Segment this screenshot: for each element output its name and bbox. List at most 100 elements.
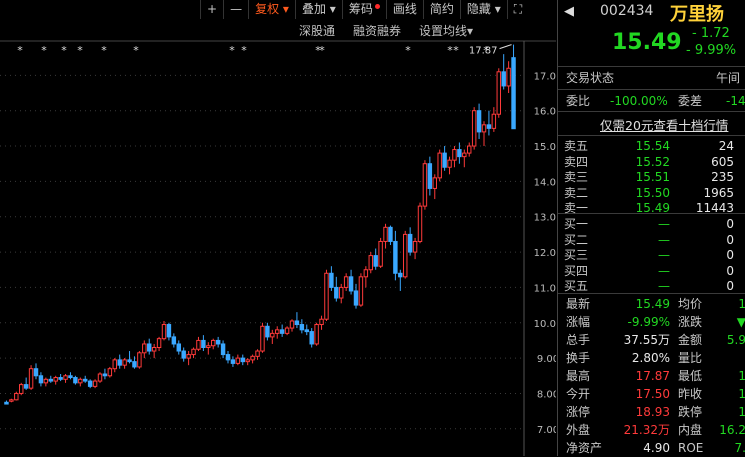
candle-body	[471, 110, 477, 147]
candle-body	[142, 343, 147, 354]
yincang-dropdown[interactable]: 隐藏 ▾	[459, 0, 507, 19]
jianyue-button[interactable]: 简约	[422, 0, 460, 19]
junxian-label: 设置均线	[419, 24, 468, 38]
y-tick-label: 13.00	[534, 213, 556, 224]
stat-label: 内盘	[678, 423, 703, 437]
rongzi-button[interactable]: 融资融券	[344, 21, 410, 41]
event-marker-icon: *	[405, 44, 411, 57]
caret-down-icon: ▾	[467, 24, 474, 38]
candle-body	[68, 375, 73, 379]
bid-volume: 0	[726, 279, 734, 293]
y-tick-label: 16.00	[534, 107, 556, 118]
candle-body	[230, 359, 236, 364]
candle-body	[334, 286, 339, 299]
candle-body	[122, 359, 127, 366]
candle-body	[501, 71, 506, 87]
stat-label: 最高	[566, 369, 591, 383]
candle-body	[201, 339, 206, 348]
fullscreen-icon[interactable]: ⛶	[506, 0, 528, 19]
candle-body	[33, 368, 39, 377]
candle-body	[452, 149, 457, 161]
event-marker-icon: *	[133, 44, 139, 57]
zoom-in-button[interactable]: +	[200, 0, 223, 19]
candle-body	[19, 384, 24, 394]
diejia-label: 叠加	[301, 2, 326, 16]
weibi-row: 委比 -100.00% 委差 -14	[558, 92, 745, 110]
stat-label: 净资产	[566, 441, 603, 455]
candle-body	[156, 338, 162, 348]
stat-value: 17.50	[635, 387, 670, 401]
stat-label: 量比	[678, 351, 703, 365]
candle-body	[132, 361, 137, 368]
ten-level-link[interactable]: 仅需20元查看十档行情	[600, 115, 728, 134]
chart-toolbar: + — 复权 ▾ 叠加 ▾ 筹码 画线 简约 隐藏 ▾ ⛶	[200, 0, 528, 19]
candle-body	[107, 368, 113, 377]
divider	[558, 66, 745, 67]
stat-row: 涨停 18.93 跌停 1	[558, 403, 745, 421]
candle-body	[245, 359, 250, 363]
collapse-arrow-icon[interactable]: ◀	[564, 4, 574, 19]
candle-body	[447, 159, 452, 168]
candle-body	[211, 339, 216, 347]
stat-value: 4.90	[643, 441, 670, 455]
stat-label: 均价	[678, 297, 703, 311]
candle-body	[324, 272, 329, 320]
candle-body	[225, 354, 231, 361]
diejia-dropdown[interactable]: 叠加 ▾	[294, 0, 342, 19]
junxian-dropdown[interactable]: 设置均线▾	[410, 21, 482, 41]
candle-body	[53, 377, 58, 382]
stat-value: 37.55万	[623, 333, 670, 347]
trade-status-label: 交易状态	[566, 71, 615, 85]
event-marker-icon: *	[229, 44, 235, 57]
candle-body	[235, 357, 241, 364]
candle-body	[378, 240, 383, 267]
candle-body	[432, 177, 437, 189]
zoom-out-button[interactable]: —	[223, 0, 248, 19]
candle-body	[437, 152, 442, 179]
candle-body	[289, 320, 295, 329]
fuquan-dropdown[interactable]: 复权 ▾	[248, 0, 295, 19]
stat-row: 最新 15.49 均价 1	[558, 295, 745, 313]
yincang-label: 隐藏	[466, 2, 491, 16]
candle-body	[48, 378, 53, 382]
shengutong-button[interactable]: 深股通	[290, 21, 344, 41]
candle-body	[117, 359, 122, 366]
notification-dot-icon	[374, 4, 380, 9]
candle-body	[176, 343, 181, 352]
event-marker-icon: *	[319, 44, 325, 57]
candle-body	[102, 373, 108, 377]
candlestick-chart[interactable]: 17.00 16.00 15.00 14.00 13.00 12.00 11.00 10.00…	[0, 0, 556, 456]
fuquan-label: 复权	[255, 2, 280, 16]
candle-body	[319, 318, 324, 326]
kline-chart-area[interactable]: 17.00 16.00 15.00 14.00 13.00 12.00 11.00 10.00…	[0, 0, 556, 456]
stat-value: 2.80%	[631, 351, 670, 365]
divider	[558, 89, 745, 90]
stat-value: 1	[738, 405, 745, 419]
candle-body	[304, 329, 309, 333]
trade-status-row: 交易状态 午间	[558, 69, 745, 87]
candle-body	[506, 67, 511, 87]
divider	[558, 111, 745, 112]
max-price-pointer	[499, 44, 512, 50]
stat-value: 21.32万	[623, 423, 670, 437]
stat-value: -9.99%	[627, 315, 670, 329]
price-change: - 1.72	[692, 26, 730, 41]
candle-body	[383, 226, 388, 242]
candle-body	[78, 378, 83, 384]
stat-label: 涨幅	[566, 315, 591, 329]
y-tick-label: 8.00	[537, 389, 556, 400]
candle-body	[166, 324, 172, 338]
chouma-button[interactable]: 筹码	[341, 0, 386, 19]
y-tick-label: 7.00	[537, 425, 556, 436]
candle-body	[83, 378, 88, 382]
event-marker-icon: *	[61, 44, 67, 57]
candle-body	[398, 272, 403, 278]
y-tick-label: 9.00	[537, 354, 556, 365]
bid-price: —	[658, 279, 670, 293]
candle-body	[73, 377, 78, 384]
candle-body	[206, 345, 211, 348]
candle-body	[309, 331, 314, 345]
event-marker-icon: *	[101, 44, 107, 57]
candle-body	[486, 124, 492, 129]
huaxian-button[interactable]: 画线	[385, 0, 423, 19]
